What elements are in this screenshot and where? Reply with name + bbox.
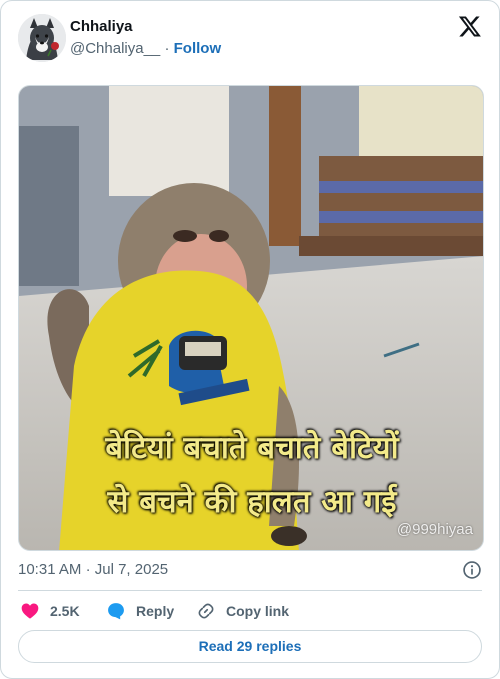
copy-link-button[interactable]: Copy link: [196, 599, 289, 623]
tweet-media-image[interactable]: बेटियां बचाते बचाते बेटियों से बचने की ह…: [18, 85, 484, 551]
reply-label: Reply: [136, 603, 175, 619]
tweet-card: Chhaliya @Chhaliya__ · Follow बेटियां बच…: [0, 0, 500, 679]
author-handle[interactable]: @Chhaliya__: [70, 40, 160, 57]
copy-link-label: Copy link: [226, 603, 290, 619]
tweet-actions: 2.5K Reply Copy link: [18, 599, 482, 623]
x-logo-icon[interactable]: [458, 14, 482, 38]
video-watermark: @999hiyaa: [396, 521, 473, 538]
link-icon: [198, 603, 214, 619]
follow-link[interactable]: Follow: [174, 40, 222, 57]
tweet-time: 10:31 AM: [18, 561, 82, 578]
author-name[interactable]: Chhaliya: [70, 18, 133, 35]
tweet-header: Chhaliya @Chhaliya__ · Follow: [18, 14, 482, 62]
divider: [18, 590, 482, 591]
husky-avatar-image: [18, 14, 66, 62]
like-button[interactable]: 2.5K: [20, 599, 80, 623]
heart-icon: [21, 603, 39, 619]
info-icon[interactable]: [462, 560, 482, 580]
read-replies-button[interactable]: Read 29 replies: [18, 630, 482, 663]
caption-line-1: बेटियां बचाते बचाते बेटियों: [105, 430, 399, 466]
handle-separator: ·: [164, 40, 170, 57]
tweet-timestamp[interactable]: 10:31 AM · Jul 7, 2025: [18, 561, 168, 578]
avatar[interactable]: [18, 14, 66, 62]
author-handle-row: @Chhaliya__ · Follow: [70, 40, 221, 57]
speech-bubble-icon: [108, 603, 124, 620]
reply-button[interactable]: Reply: [106, 599, 174, 623]
tweet-date: Jul 7, 2025: [94, 561, 169, 578]
timestamp-separator: ·: [85, 561, 91, 578]
caption-line-2: से बचने की हालत आ गई: [107, 484, 397, 520]
like-count: 2.5K: [50, 603, 80, 619]
